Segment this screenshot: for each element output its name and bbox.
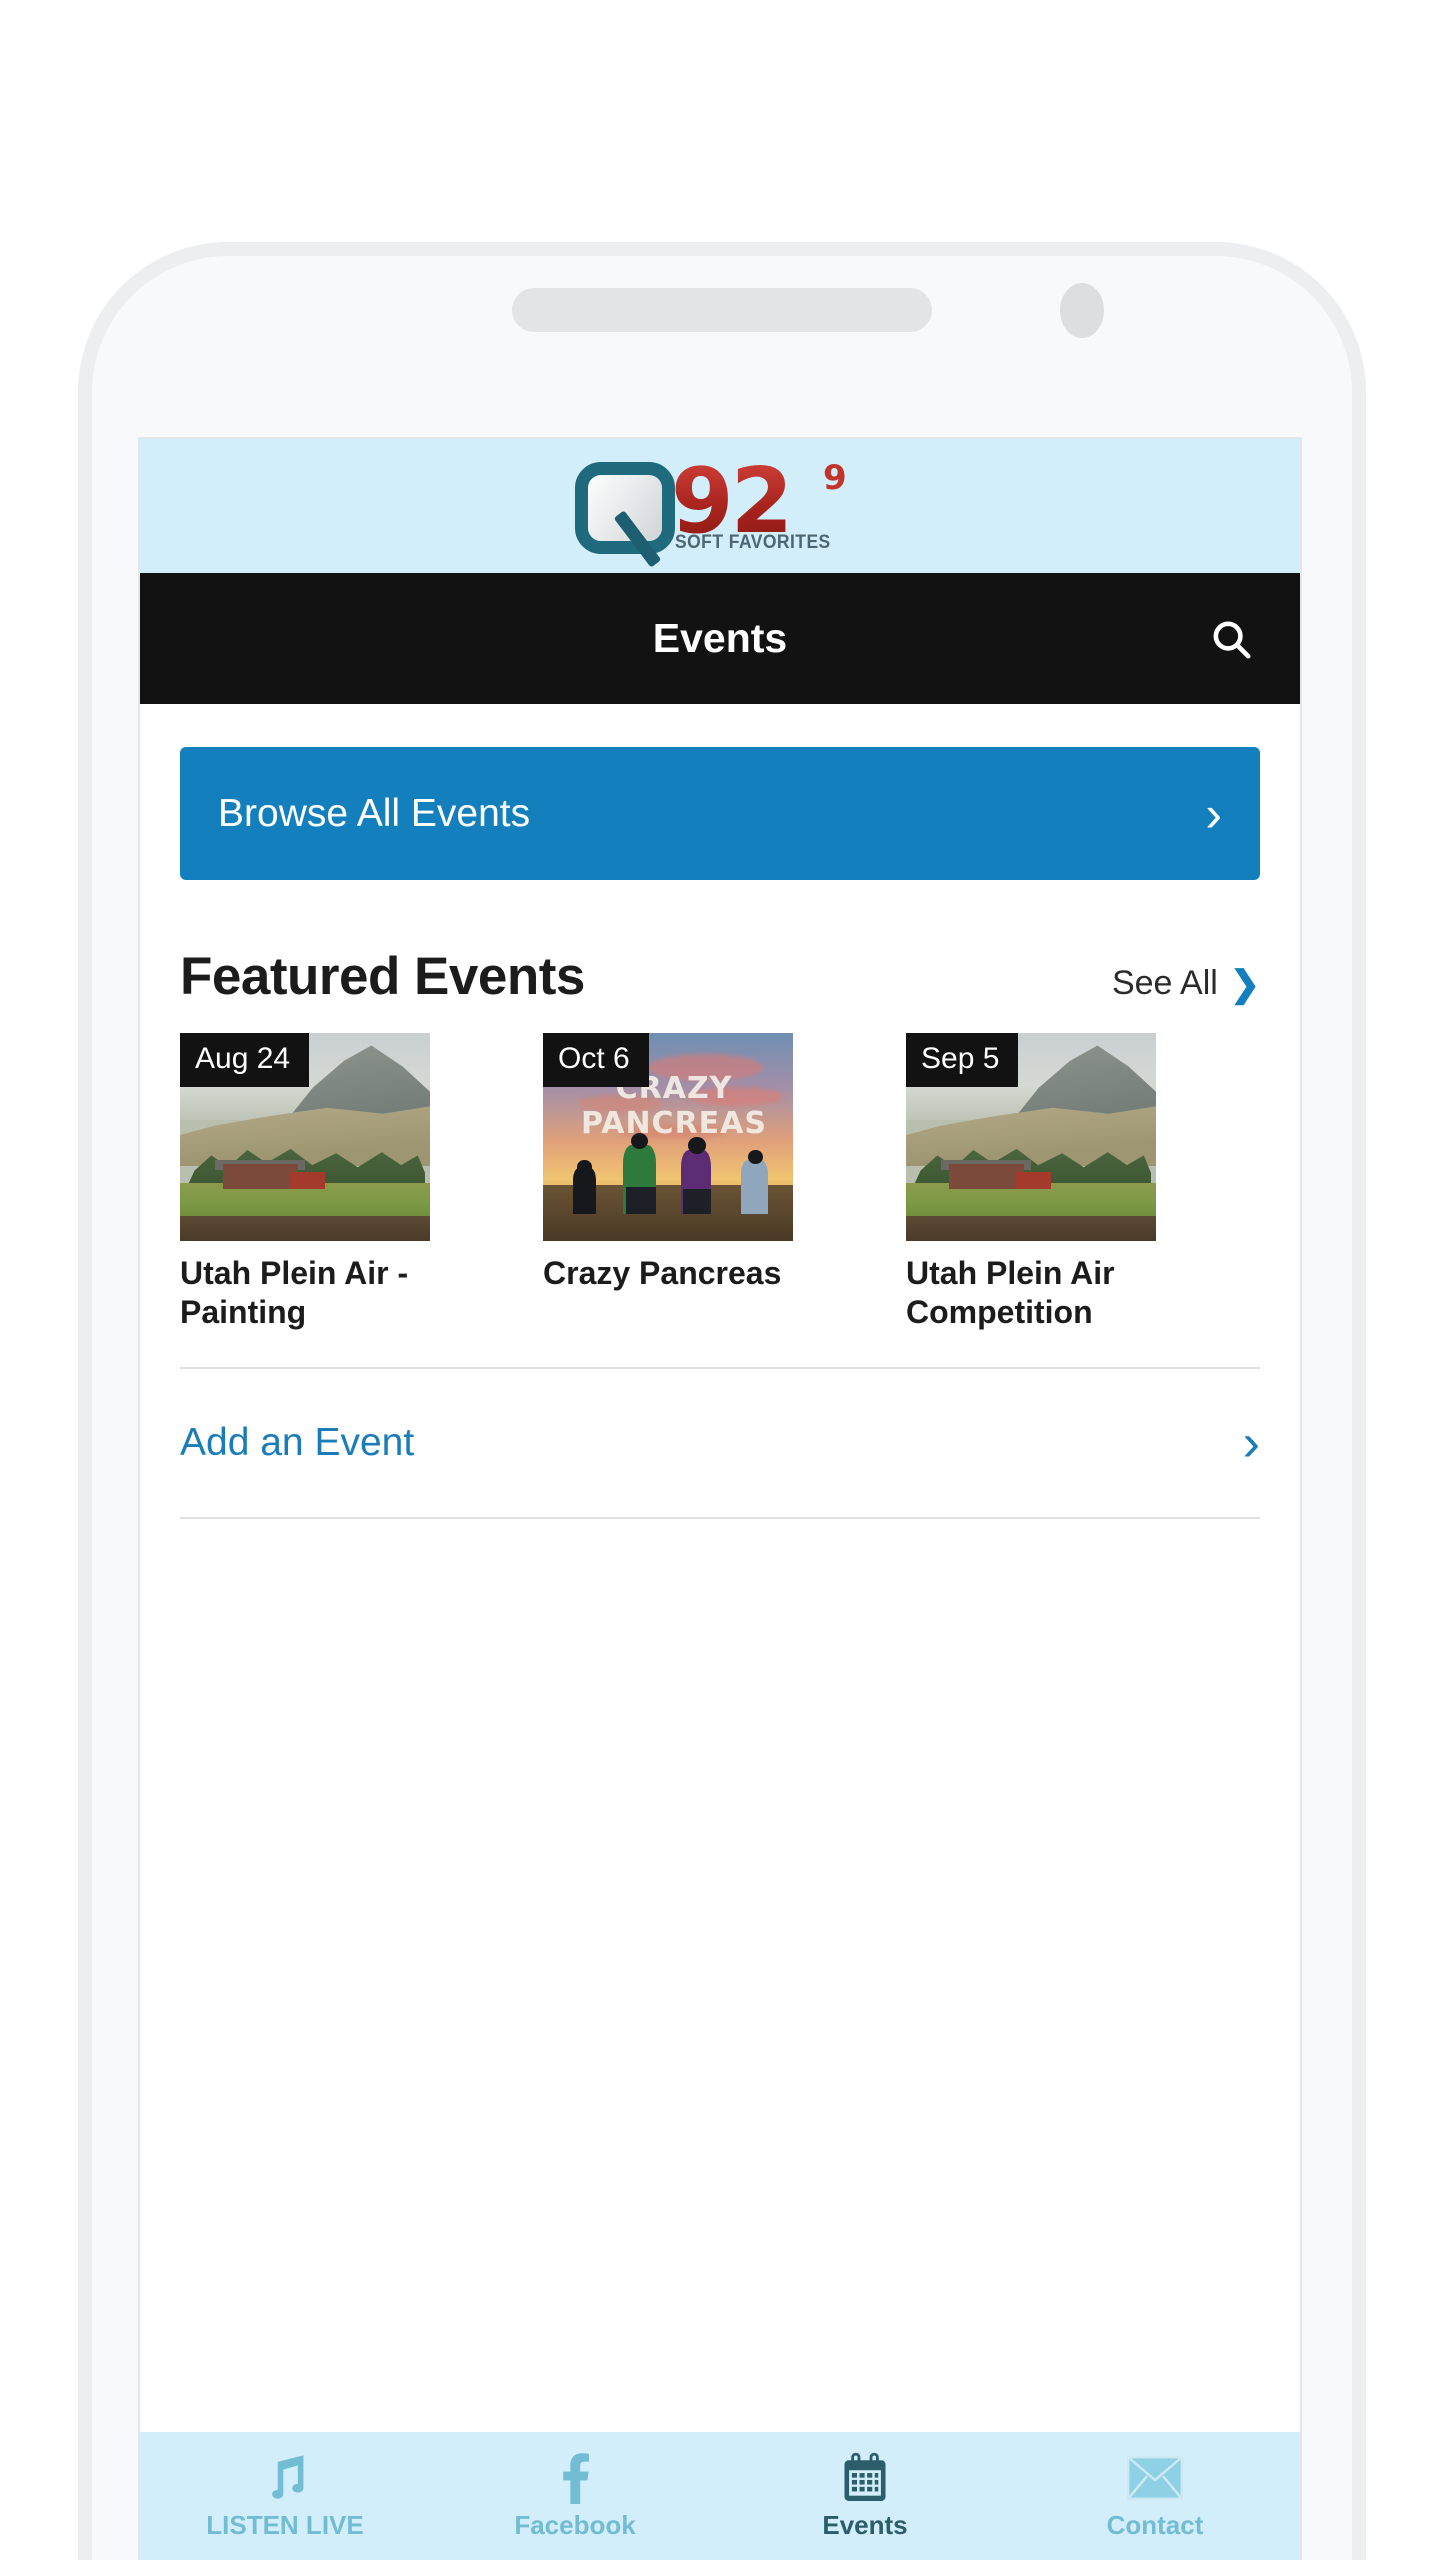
- phone-screen: 92 9 SOFT FAVORITES Events Browse All Ev…: [138, 437, 1302, 2560]
- nav-item-listen-live[interactable]: LISTEN LIVE: [140, 2432, 430, 2560]
- nav-label: LISTEN LIVE: [206, 2509, 364, 2540]
- see-all-link[interactable]: See All ❯: [1112, 964, 1260, 1003]
- nav-item-events[interactable]: Events: [720, 2432, 1010, 2560]
- facebook-icon: [558, 2452, 592, 2504]
- speaker-grille-icon: [512, 288, 932, 332]
- add-event-label: Add an Event: [180, 1421, 415, 1465]
- browse-all-events-label: Browse All Events: [218, 791, 531, 835]
- nav-label: Contact: [1106, 2509, 1204, 2540]
- page-title: Events: [652, 615, 788, 661]
- event-thumbnail: Sep 5: [906, 1033, 1156, 1241]
- see-all-label: See All: [1111, 964, 1218, 1002]
- logo-superscript: 9: [823, 458, 847, 498]
- chevron-right-icon: ❯: [1229, 962, 1260, 1004]
- event-card[interactable]: Sep 5 Utah Plein Air Competition: [906, 1033, 1156, 1332]
- event-date-badge: Aug 24: [180, 1033, 310, 1087]
- event-thumbnail: CRAZY PANCREAS Oct 6: [543, 1033, 793, 1241]
- event-card[interactable]: CRAZY PANCREAS Oct 6 Crazy Pancreas: [543, 1033, 793, 1332]
- brand-logo-band: 92 9 SOFT FAVORITES: [140, 439, 1300, 573]
- event-title: Utah Plein Air - Painting: [180, 1255, 409, 1331]
- event-thumbnail: Aug 24: [180, 1033, 430, 1241]
- main-content: Browse All Events › Featured Events See …: [140, 747, 1300, 1520]
- event-title: Utah Plein Air Competition: [906, 1255, 1115, 1331]
- browse-all-events-button[interactable]: Browse All Events ›: [180, 747, 1260, 880]
- bottom-navigation: LISTEN LIVE Facebook Events Contact: [140, 2432, 1300, 2560]
- app-header: Events: [140, 573, 1300, 704]
- nav-item-facebook[interactable]: Facebook: [430, 2432, 720, 2560]
- q92-logo: 92 9 SOFT FAVORITES: [575, 457, 865, 568]
- event-date-badge: Sep 5: [906, 1033, 1019, 1087]
- nav-item-contact[interactable]: Contact: [1010, 2432, 1300, 2560]
- logo-q-mark: [575, 462, 675, 554]
- logo-tagline: SOFT FAVORITES: [675, 532, 831, 553]
- event-date-badge: Oct 6: [543, 1033, 649, 1087]
- chevron-right-icon: ›: [1205, 785, 1222, 842]
- front-camera-icon: [1060, 283, 1104, 338]
- event-title: Crazy Pancreas: [543, 1255, 782, 1291]
- nav-label: Facebook: [514, 2509, 636, 2540]
- calendar-icon: [842, 2452, 888, 2504]
- featured-events-list: Aug 24 Utah Plein Air - Painting CRAZY P…: [180, 1033, 1260, 1332]
- event-card[interactable]: Aug 24 Utah Plein Air - Painting: [180, 1033, 430, 1332]
- add-event-row[interactable]: Add an Event ›: [180, 1367, 1260, 1520]
- search-icon[interactable]: [1202, 610, 1260, 668]
- chevron-right-icon: ›: [1242, 1414, 1260, 1473]
- nav-label: Events: [822, 2509, 908, 2540]
- featured-events-header: Featured Events See All ❯: [180, 946, 1260, 1007]
- featured-events-title: Featured Events: [180, 947, 585, 1006]
- music-note-icon: [262, 2452, 308, 2504]
- envelope-icon: [1127, 2452, 1183, 2504]
